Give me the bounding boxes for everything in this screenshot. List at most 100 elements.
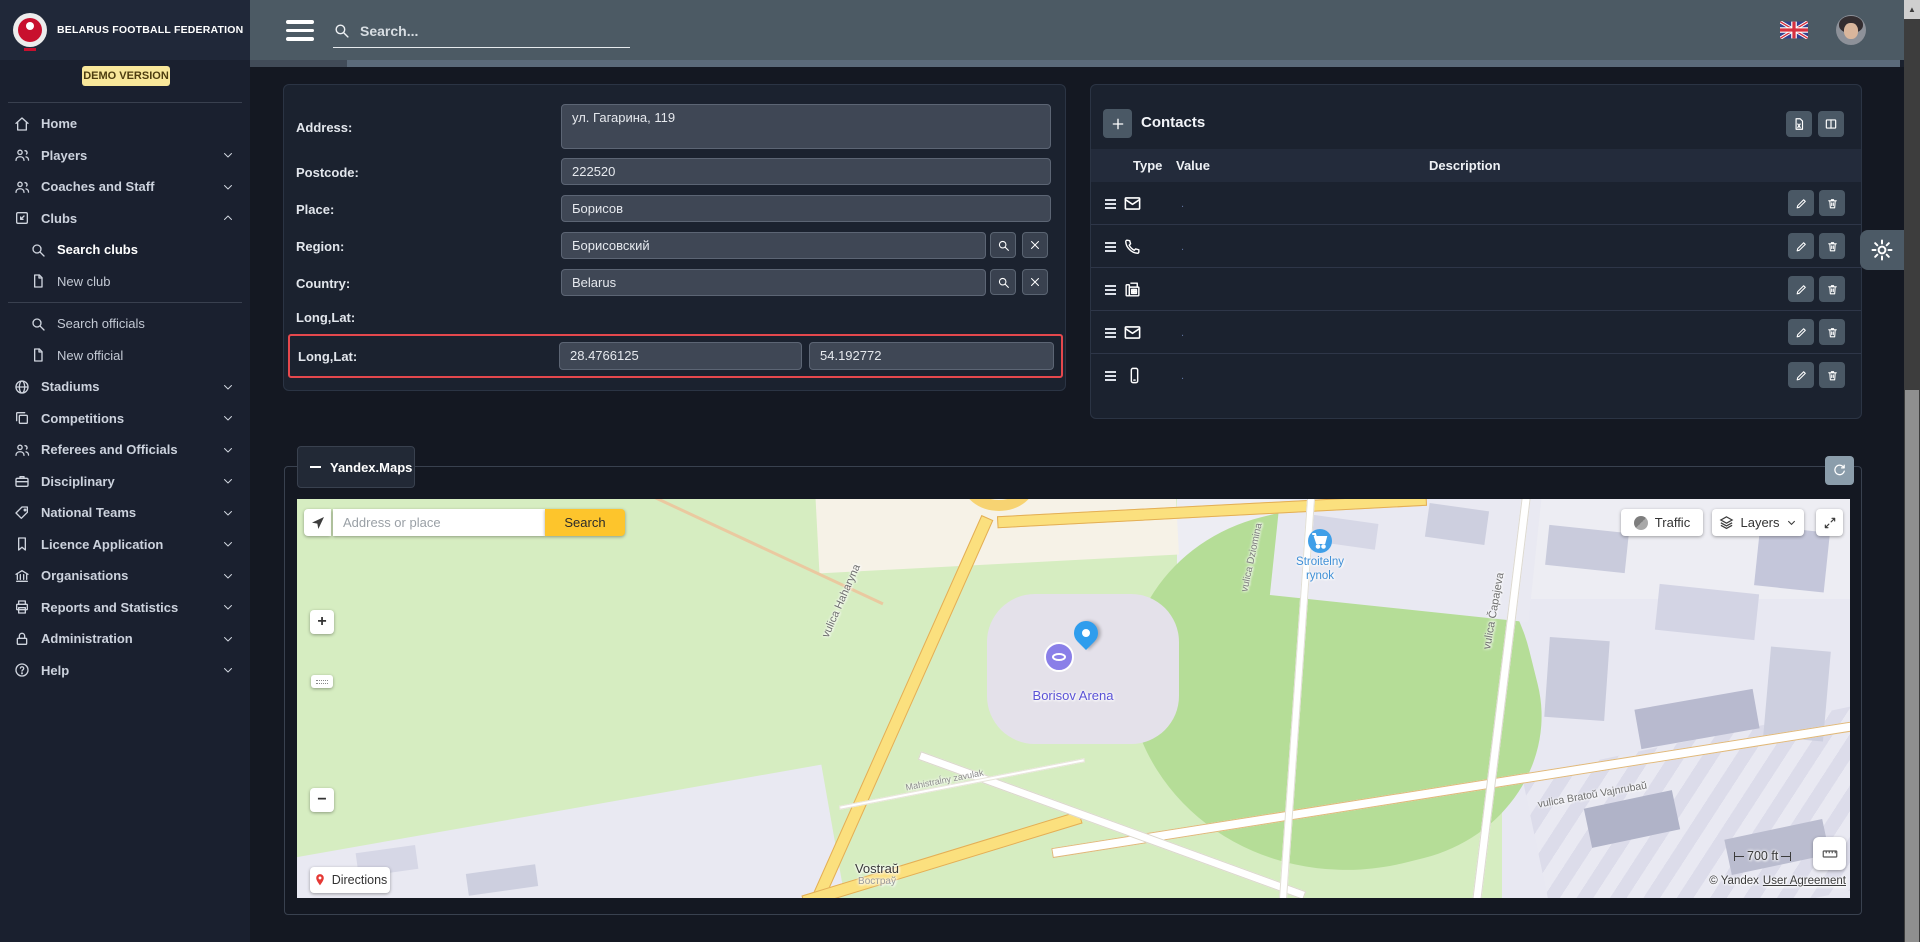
drag-handle-icon[interactable] — [1105, 285, 1116, 297]
contact-value: . — [1181, 241, 1184, 253]
place-label: Place: — [296, 202, 334, 217]
column-header-description: Description — [1429, 158, 1501, 173]
map-canvas[interactable]: Borisov Arena Stroitelny rynok vulica Ha… — [297, 499, 1850, 898]
horizontal-scrollbar[interactable] — [250, 60, 1904, 67]
add-contact-button[interactable] — [1103, 109, 1132, 138]
clubs-icon — [14, 210, 30, 226]
longlat-highlighted-row: Long,Lat: 28.4766125 54.192772 — [288, 334, 1063, 378]
global-search-input[interactable]: Search... — [333, 14, 630, 48]
contact-row[interactable]: . — [1091, 225, 1861, 268]
sidebar-item-disciplinary[interactable]: Disciplinary — [0, 466, 250, 498]
union-jack-icon — [1780, 21, 1808, 39]
map-label-stroitelny[interactable]: Stroitelny — [1260, 556, 1380, 568]
chevron-down-icon — [222, 570, 234, 582]
contact-row[interactable]: . — [1091, 354, 1861, 397]
directions-button[interactable]: Directions — [310, 867, 390, 893]
sidebar-item-new-official[interactable]: New official — [0, 340, 250, 372]
zoom-in-button[interactable]: + — [310, 610, 334, 634]
sidebar-item-help[interactable]: Help — [0, 655, 250, 687]
vertical-scrollbar-thumb[interactable] — [1905, 390, 1919, 942]
menu-toggle-button[interactable] — [286, 20, 314, 46]
sidebar-item-national-teams[interactable]: National Teams — [0, 497, 250, 529]
settings-tab-button[interactable] — [1860, 230, 1904, 270]
latitude-input[interactable]: 54.192772 — [809, 342, 1054, 370]
sidebar-item-referees[interactable]: Referees and Officials — [0, 434, 250, 466]
delete-contact-button[interactable] — [1819, 190, 1845, 216]
sidebar-item-administration[interactable]: Administration — [0, 623, 250, 655]
edit-contact-button[interactable] — [1788, 276, 1814, 302]
map-label-arena[interactable]: Borisov Arena — [1013, 688, 1133, 703]
sidebar-item-reports[interactable]: Reports and Statistics — [0, 592, 250, 624]
chevron-down-icon — [222, 538, 234, 550]
column-chooser-button[interactable] — [1818, 111, 1844, 137]
contacts-title: Contacts — [1141, 114, 1205, 131]
zoom-slider-handle[interactable] — [311, 675, 333, 688]
sidebar-item-stadiums[interactable]: Stadiums — [0, 371, 250, 403]
sidebar-item-home[interactable]: Home — [0, 108, 250, 140]
region-search-button[interactable] — [990, 232, 1016, 258]
fullscreen-button[interactable] — [1816, 509, 1843, 536]
export-excel-button[interactable] — [1786, 111, 1812, 137]
country-clear-button[interactable] — [1022, 269, 1048, 295]
geolocate-button[interactable] — [304, 509, 331, 536]
delete-contact-button[interactable] — [1819, 233, 1845, 259]
ruler-button[interactable] — [1813, 837, 1846, 870]
chevron-down-icon — [222, 412, 234, 424]
address-input[interactable]: ул. Гагарина, 119 — [561, 104, 1051, 149]
zoom-out-button[interactable]: − — [310, 788, 334, 812]
contact-row[interactable]: . — [1091, 311, 1861, 354]
language-flag-uk[interactable] — [1780, 21, 1808, 39]
delete-contact-button[interactable] — [1819, 362, 1845, 388]
edit-contact-button[interactable] — [1788, 319, 1814, 345]
user-avatar[interactable] — [1836, 15, 1866, 45]
help-icon — [14, 662, 30, 678]
column-header-value: Value — [1176, 158, 1210, 173]
country-input[interactable]: Belarus — [561, 269, 986, 296]
horizontal-scrollbar-thumb[interactable] — [347, 60, 1900, 67]
edit-contact-button[interactable] — [1788, 190, 1814, 216]
longitude-input[interactable]: 28.4766125 — [559, 342, 802, 370]
sidebar-item-search-clubs[interactable]: Search clubs — [0, 234, 250, 266]
map-refresh-button[interactable] — [1825, 456, 1854, 485]
contact-row[interactable] — [1091, 268, 1861, 311]
map-building — [1545, 525, 1629, 573]
edit-contact-button[interactable] — [1788, 362, 1814, 388]
home-icon — [14, 116, 30, 132]
drag-handle-icon[interactable] — [1105, 328, 1116, 340]
traffic-button[interactable]: Traffic — [1621, 509, 1703, 536]
layers-button[interactable]: Layers — [1712, 509, 1804, 536]
sidebar-item-clubs[interactable]: Clubs — [0, 203, 250, 235]
scroll-up-button[interactable]: ▲ — [1904, 0, 1920, 19]
map-search-input[interactable]: Address or place — [333, 509, 545, 536]
sidebar-item-competitions[interactable]: Competitions — [0, 403, 250, 435]
map-label-stroitelny-2[interactable]: rynok — [1260, 570, 1380, 582]
map-search-button[interactable]: Search — [545, 509, 625, 536]
contact-row[interactable]: . — [1091, 182, 1861, 225]
sidebar-item-licence[interactable]: Licence Application — [0, 529, 250, 561]
yandex-maps-collapse-tab[interactable]: Yandex.Maps — [297, 446, 415, 488]
drag-handle-icon[interactable] — [1105, 199, 1116, 211]
market-icon — [1308, 529, 1332, 553]
scale-tick — [1782, 852, 1791, 861]
user-agreement-link[interactable]: User Agreement — [1763, 875, 1846, 887]
postcode-input[interactable]: 222520 — [561, 158, 1051, 185]
region-clear-button[interactable] — [1022, 232, 1048, 258]
sidebar-item-coaches[interactable]: Coaches and Staff — [0, 171, 250, 203]
sidebar-item-players[interactable]: Players — [0, 140, 250, 172]
country-search-button[interactable] — [990, 269, 1016, 295]
chevron-down-icon — [1786, 517, 1797, 528]
sidebar-item-organisations[interactable]: Organisations — [0, 560, 250, 592]
region-input[interactable]: Борисовский — [561, 232, 986, 259]
drag-handle-icon[interactable] — [1105, 371, 1116, 383]
sidebar-item-search-officials[interactable]: Search officials — [0, 308, 250, 340]
drag-handle-icon[interactable] — [1105, 242, 1116, 254]
pencil-icon — [1795, 369, 1808, 382]
sidebar-item-new-club[interactable]: New club — [0, 266, 250, 298]
pencil-icon — [1795, 326, 1808, 339]
place-input[interactable]: Борисов — [561, 195, 1051, 222]
delete-contact-button[interactable] — [1819, 319, 1845, 345]
edit-contact-button[interactable] — [1788, 233, 1814, 259]
vertical-scrollbar[interactable]: ▲ — [1904, 0, 1920, 942]
plus-icon — [1110, 116, 1126, 132]
delete-contact-button[interactable] — [1819, 276, 1845, 302]
